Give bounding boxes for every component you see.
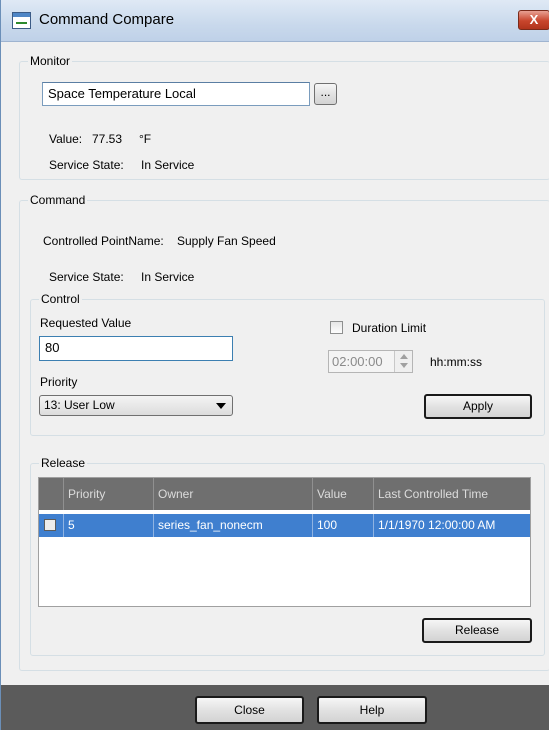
command-compare-window: Command Compare X Monitor Space Temperat… bbox=[0, 0, 549, 730]
command-service-state: In Service bbox=[141, 270, 195, 284]
close-button[interactable]: Close bbox=[195, 696, 304, 724]
release-legend: Release bbox=[41, 456, 86, 470]
controlled-point-value: Supply Fan Speed bbox=[177, 234, 276, 248]
release-table-header: Priority Owner Value Last Controlled Tim… bbox=[39, 478, 530, 510]
close-icon[interactable]: X bbox=[518, 10, 549, 30]
window-title: Command Compare bbox=[39, 11, 175, 28]
duration-limit-checkbox[interactable] bbox=[330, 321, 343, 334]
column-header-owner[interactable]: Owner bbox=[153, 478, 312, 510]
help-button[interactable]: Help bbox=[317, 696, 427, 724]
monitor-value: 77.53 bbox=[92, 132, 123, 146]
command-service-state-label: Service State: bbox=[49, 270, 124, 284]
value-label: Value: bbox=[49, 132, 83, 146]
duration-limit-label: Duration Limit bbox=[352, 321, 427, 335]
spinner-icon bbox=[394, 351, 412, 372]
title-bar: Command Compare X bbox=[1, 0, 549, 42]
priority-label: Priority bbox=[40, 375, 78, 389]
row-checkbox[interactable] bbox=[44, 519, 56, 531]
monitor-unit: °F bbox=[139, 132, 152, 146]
requested-value-input[interactable]: 80 bbox=[39, 336, 233, 361]
monitor-service-state: In Service bbox=[141, 158, 195, 172]
row-priority: 5 bbox=[63, 514, 153, 537]
controlled-point-label: Controlled PointName: bbox=[43, 234, 164, 248]
monitor-legend: Monitor bbox=[30, 54, 71, 68]
duration-unit-label: hh:mm:ss bbox=[430, 355, 483, 369]
monitor-point-field[interactable]: Space Temperature Local bbox=[42, 82, 310, 106]
browse-button[interactable]: ... bbox=[314, 83, 337, 105]
row-value: 100 bbox=[312, 514, 373, 537]
dropdown-arrow-icon bbox=[216, 403, 226, 409]
command-legend: Command bbox=[30, 193, 86, 207]
release-button[interactable]: Release bbox=[422, 618, 532, 643]
requested-value-label: Requested Value bbox=[40, 316, 132, 330]
row-last-controlled-time: 1/1/1970 12:00:00 AM bbox=[373, 514, 532, 537]
priority-select-value: 13: User Low bbox=[44, 398, 115, 412]
row-owner: series_fan_nonecm bbox=[153, 514, 312, 537]
app-icon bbox=[12, 12, 31, 29]
column-header-priority[interactable]: Priority bbox=[63, 478, 153, 510]
apply-button[interactable]: Apply bbox=[424, 394, 532, 419]
duration-time-value: 02:00:00 bbox=[332, 354, 383, 369]
column-header-value[interactable]: Value bbox=[312, 478, 373, 510]
control-legend: Control bbox=[41, 292, 80, 306]
monitor-service-state-label: Service State: bbox=[49, 158, 124, 172]
table-row[interactable]: 5 series_fan_nonecm 100 1/1/1970 12:00:0… bbox=[39, 514, 530, 537]
release-table: Priority Owner Value Last Controlled Tim… bbox=[38, 477, 531, 607]
priority-select[interactable]: 13: User Low bbox=[39, 395, 233, 416]
column-header-last-controlled-time[interactable]: Last Controlled Time bbox=[373, 478, 532, 510]
